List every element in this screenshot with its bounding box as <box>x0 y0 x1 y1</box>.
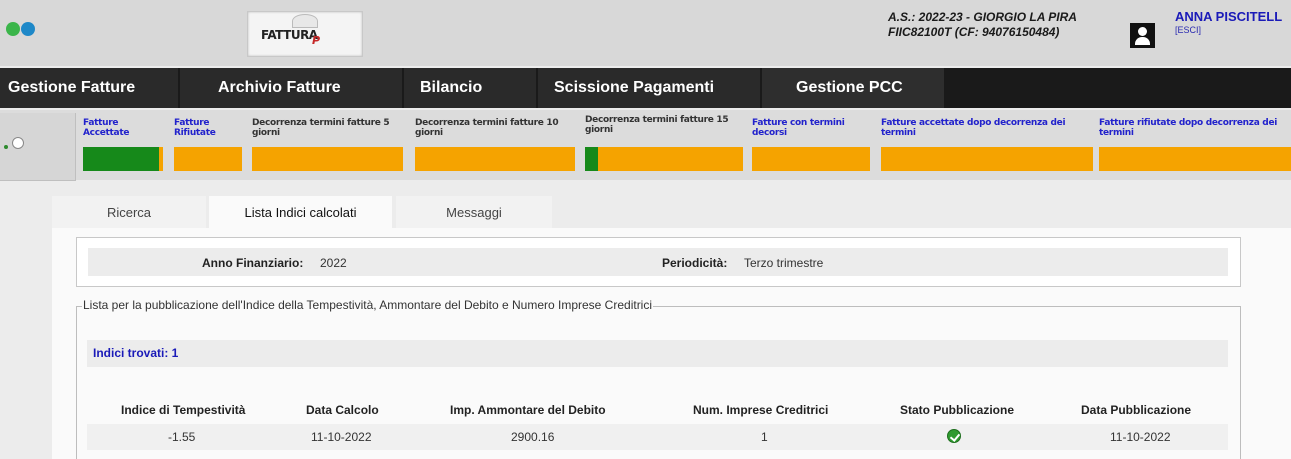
user-name[interactable]: ANNA PISCITELL <box>1175 9 1282 24</box>
status-label-accettate-dopo[interactable]: Fatture accettate dopo decorrenza dei te… <box>881 118 1091 138</box>
cell-data-pubblicazione: 11-10-2022 <box>1110 430 1171 444</box>
check-circle-icon <box>947 429 961 443</box>
logo-pa: P <box>312 34 321 47</box>
status-bar-rifiutate[interactable] <box>174 147 242 171</box>
found-bar <box>87 340 1228 367</box>
status-bar-15-giorni[interactable] <box>585 147 743 171</box>
status-label-15-giorni[interactable]: Decorrenza termini fatture 15 giorni <box>585 115 745 135</box>
menu-archivio-fatture[interactable]: Archivio Fatture <box>180 68 402 108</box>
column-header[interactable]: Imp. Ammontare del Debito <box>450 403 606 417</box>
column-header[interactable]: Data Pubblicazione <box>1081 403 1191 417</box>
cell-importo: 2900.16 <box>511 430 555 444</box>
status-label-accettate[interactable]: Fatture Accettate <box>83 118 143 138</box>
column-header[interactable]: Stato Pubblicazione <box>900 403 1014 417</box>
menu-scissione-pagamenti[interactable]: Scissione Pagamenti <box>538 68 760 108</box>
column-header[interactable]: Indice di Tempestività <box>121 403 245 417</box>
cell-indice: -1.55 <box>168 430 196 444</box>
logo-text: FATTURA <box>261 28 318 42</box>
menu-gestione-pcc[interactable]: Gestione PCC <box>762 68 944 108</box>
menu-gestione-fatture[interactable]: Gestione Fatture <box>0 68 178 108</box>
anno-label: Anno Finanziario: <box>202 256 304 270</box>
menu-bilancio[interactable]: Bilancio <box>404 68 536 108</box>
school-line2: FIIC82100T (CF: 94076150484) <box>888 25 1060 39</box>
status-label-rifiutate-dopo[interactable]: Fatture rifiutate dopo decorrenza dei te… <box>1099 118 1289 138</box>
status-radio[interactable] <box>12 137 24 149</box>
status-bar-5-giorni[interactable] <box>252 147 403 171</box>
app-logo-icon <box>6 22 35 36</box>
periodicita-value: Terzo trimestre <box>744 256 824 270</box>
status-label-5-giorni[interactable]: Decorrenza termini fatture 5 giorni <box>252 118 400 138</box>
anno-value: 2022 <box>320 256 347 270</box>
emblem-icon <box>292 14 318 28</box>
column-header[interactable]: Num. Imprese Creditrici <box>693 403 828 417</box>
status-bar-termini-decorsi[interactable] <box>752 147 870 171</box>
cell-num-imprese: 1 <box>761 430 768 444</box>
tab-lista-indici[interactable]: Lista Indici calcolati <box>209 196 392 229</box>
top-header: FATTURA P A.S.: 2022-23 - GIORGIO LA PIR… <box>0 0 1291 66</box>
tab-ricerca[interactable]: Ricerca <box>52 196 206 229</box>
status-label-rifiutate[interactable]: Fatture Rifiutate <box>174 118 224 138</box>
tab-messaggi[interactable]: Messaggi <box>396 196 552 229</box>
found-count: Indici trovati: 1 <box>93 346 179 360</box>
status-bar-accettate-dopo[interactable] <box>881 147 1093 171</box>
user-icon[interactable] <box>1130 23 1155 48</box>
column-header[interactable]: Data Calcolo <box>306 403 379 417</box>
status-fill <box>83 147 159 171</box>
status-label-10-giorni[interactable]: Decorrenza termini fatture 10 giorni <box>415 118 575 138</box>
logout-link[interactable]: [ESCI] <box>1175 25 1201 35</box>
fattura-pa-logo[interactable]: FATTURA P <box>247 11 363 57</box>
status-selector <box>0 113 76 181</box>
status-label-termini-decorsi[interactable]: Fatture con termini decorsi <box>752 118 862 138</box>
school-info: A.S.: 2022-23 - GIORGIO LA PIRA FIIC8210… <box>888 10 1077 40</box>
status-dot <box>4 145 8 149</box>
list-legend: Lista per la pubblicazione dell'Indice d… <box>82 298 654 312</box>
status-bar-10-giorni[interactable] <box>415 147 575 171</box>
table-row[interactable] <box>87 424 1228 450</box>
periodicita-label: Periodicità: <box>662 256 728 270</box>
main-menu: Gestione Fatture Archivio Fatture Bilanc… <box>0 68 1291 108</box>
status-bar-rifiutate-dopo[interactable] <box>1099 147 1291 171</box>
school-line1: A.S.: 2022-23 - GIORGIO LA PIRA <box>888 10 1077 24</box>
status-fill <box>585 147 598 171</box>
status-bar-accettate[interactable] <box>83 147 163 171</box>
cell-data-calcolo: 11-10-2022 <box>311 430 372 444</box>
